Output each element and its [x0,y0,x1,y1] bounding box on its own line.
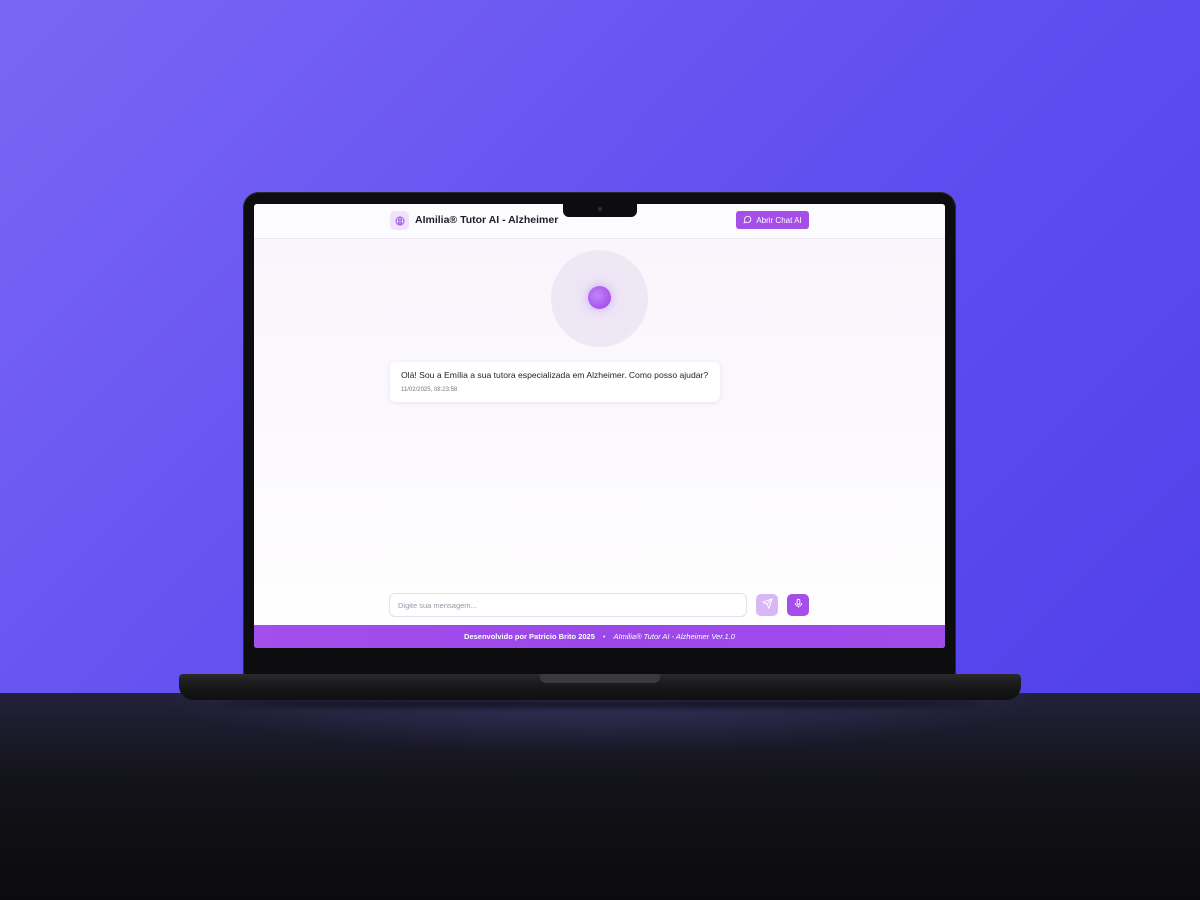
open-chat-button[interactable]: Abrir Chat AI [736,211,809,229]
assistant-avatar [588,286,611,309]
camera-lens [598,207,602,211]
app-title: AImilia® Tutor AI - Alzheimer [415,214,559,226]
microphone-button[interactable] [787,594,809,616]
footer-credit: Desenvolvido por Patricio Brito 2025 [464,632,595,641]
chat-message: Olá! Sou a Emília a sua tutora especiali… [390,362,720,402]
send-icon [761,596,773,614]
footer-version: AImilia® Tutor AI - Alzheimer Ver.1.0 [613,632,735,641]
brain-icon [390,211,409,230]
message-circle-icon [743,215,752,226]
footer-separator: • [602,632,606,641]
laptop-base-lip [540,674,660,683]
message-input[interactable] [389,593,747,617]
open-chat-label: Abrir Chat AI [756,215,802,225]
microphone-icon [793,596,804,614]
app-screen: AImilia® Tutor AI - Alzheimer Abrir Chat… [254,204,945,648]
message-timestamp: 11/02/2025, 08:23:58 [401,387,458,393]
send-button[interactable] [756,594,778,616]
laptop-shadow [220,700,980,708]
message-text: Olá! Sou a Emília a sua tutora especiali… [401,370,709,380]
app-footer: Desenvolvido por Patricio Brito 2025 • A… [254,625,945,648]
